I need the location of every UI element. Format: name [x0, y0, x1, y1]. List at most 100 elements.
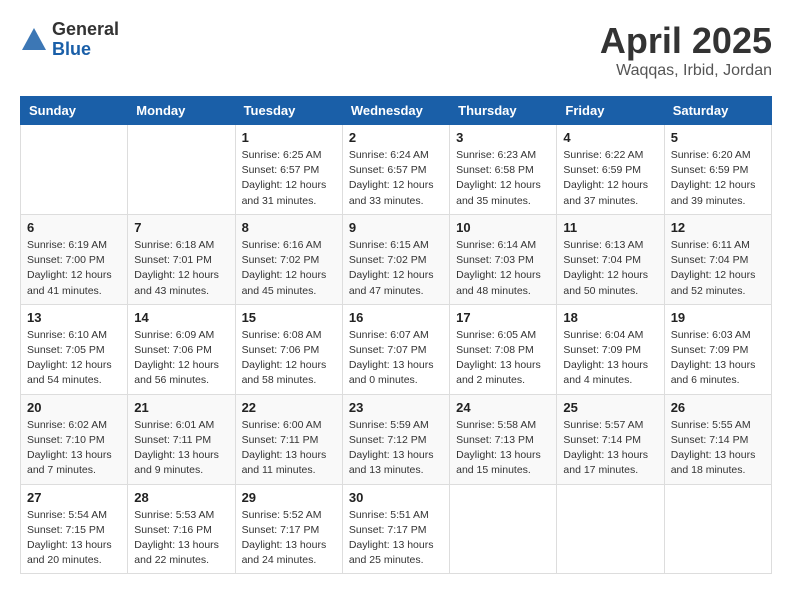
calendar-cell: 20 Sunrise: 6:02 AM Sunset: 7:10 PM Dayli… [21, 394, 128, 484]
day-info: Sunrise: 6:02 AM Sunset: 7:10 PM Dayligh… [27, 418, 121, 479]
day-info: Sunrise: 6:00 AM Sunset: 7:11 PM Dayligh… [242, 418, 336, 479]
day-info: Sunrise: 6:24 AM Sunset: 6:57 PM Dayligh… [349, 148, 443, 209]
week-row-5: 27Sunrise: 5:54 AM Sunset: 7:15 PM Dayli… [21, 484, 772, 574]
logo-general-text: General [52, 20, 119, 40]
day-info: Sunrise: 6:20 AM Sunset: 6:59 PM Dayligh… [671, 148, 765, 209]
day-number: 23 [349, 400, 443, 415]
day-info: Sunrise: 5:54 AM Sunset: 7:15 PM Dayligh… [27, 508, 121, 569]
calendar-cell: 17 Sunrise: 6:05 AM Sunset: 7:08 PM Dayli… [450, 304, 557, 394]
day-info: Sunrise: 6:16 AM Sunset: 7:02 PM Dayligh… [242, 238, 336, 299]
calendar-cell: 30Sunrise: 5:51 AM Sunset: 7:17 PM Dayli… [342, 484, 449, 574]
day-number: 30 [349, 490, 443, 505]
calendar-cell: 15 Sunrise: 6:08 AM Sunset: 7:06 PM Dayli… [235, 304, 342, 394]
logo-icon [20, 26, 48, 54]
day-info: Sunrise: 6:11 AM Sunset: 7:04 PM Dayligh… [671, 238, 765, 299]
weekday-header-tuesday: Tuesday [235, 97, 342, 125]
calendar-cell [450, 484, 557, 574]
calendar-cell: 11 Sunrise: 6:13 AM Sunset: 7:04 PM Dayli… [557, 214, 664, 304]
logo: General Blue [20, 20, 119, 60]
day-number: 25 [563, 400, 657, 415]
day-number: 12 [671, 220, 765, 235]
day-info: Sunrise: 6:09 AM Sunset: 7:06 PM Dayligh… [134, 328, 228, 389]
day-info: Sunrise: 5:57 AM Sunset: 7:14 PM Dayligh… [563, 418, 657, 479]
day-number: 20 [27, 400, 121, 415]
day-number: 16 [349, 310, 443, 325]
calendar-cell: 28 Sunrise: 5:53 AM Sunset: 7:16 PM Dayli… [128, 484, 235, 574]
day-number: 18 [563, 310, 657, 325]
day-number: 13 [27, 310, 121, 325]
day-number: 19 [671, 310, 765, 325]
calendar-cell: 9 Sunrise: 6:15 AM Sunset: 7:02 PM Daylig… [342, 214, 449, 304]
calendar-cell: 25 Sunrise: 5:57 AM Sunset: 7:14 PM Dayli… [557, 394, 664, 484]
day-number: 5 [671, 130, 765, 145]
title-section: April 2025 Waqqas, Irbid, Jordan [600, 20, 772, 80]
calendar-body: 1 Sunrise: 6:25 AM Sunset: 6:57 PM Daylig… [21, 125, 772, 574]
calendar-cell: 27Sunrise: 5:54 AM Sunset: 7:15 PM Dayli… [21, 484, 128, 574]
logo-text: General Blue [52, 20, 119, 60]
calendar-cell: 5 Sunrise: 6:20 AM Sunset: 6:59 PM Daylig… [664, 125, 771, 215]
day-info: Sunrise: 6:10 AM Sunset: 7:05 PM Dayligh… [27, 328, 121, 389]
calendar-header: SundayMondayTuesdayWednesdayThursdayFrid… [21, 97, 772, 125]
calendar-cell [21, 125, 128, 215]
day-number: 28 [134, 490, 228, 505]
weekday-header-saturday: Saturday [664, 97, 771, 125]
calendar-cell: 24Sunrise: 5:58 AM Sunset: 7:13 PM Dayli… [450, 394, 557, 484]
day-number: 14 [134, 310, 228, 325]
page-container: General Blue April 2025 Waqqas, Irbid, J… [20, 20, 772, 574]
day-info: Sunrise: 6:19 AM Sunset: 7:00 PM Dayligh… [27, 238, 121, 299]
header: General Blue April 2025 Waqqas, Irbid, J… [20, 20, 772, 80]
day-number: 8 [242, 220, 336, 235]
day-number: 17 [456, 310, 550, 325]
day-info: Sunrise: 6:04 AM Sunset: 7:09 PM Dayligh… [563, 328, 657, 389]
calendar-cell: 14 Sunrise: 6:09 AM Sunset: 7:06 PM Dayli… [128, 304, 235, 394]
day-info: Sunrise: 6:03 AM Sunset: 7:09 PM Dayligh… [671, 328, 765, 389]
day-info: Sunrise: 6:22 AM Sunset: 6:59 PM Dayligh… [563, 148, 657, 209]
day-info: Sunrise: 6:25 AM Sunset: 6:57 PM Dayligh… [242, 148, 336, 209]
day-info: Sunrise: 6:23 AM Sunset: 6:58 PM Dayligh… [456, 148, 550, 209]
day-info: Sunrise: 5:59 AM Sunset: 7:12 PM Dayligh… [349, 418, 443, 479]
day-info: Sunrise: 6:05 AM Sunset: 7:08 PM Dayligh… [456, 328, 550, 389]
calendar-cell [557, 484, 664, 574]
week-row-4: 20 Sunrise: 6:02 AM Sunset: 7:10 PM Dayli… [21, 394, 772, 484]
day-info: Sunrise: 6:14 AM Sunset: 7:03 PM Dayligh… [456, 238, 550, 299]
calendar-cell: 19 Sunrise: 6:03 AM Sunset: 7:09 PM Dayli… [664, 304, 771, 394]
weekday-header-monday: Monday [128, 97, 235, 125]
calendar-cell: 21Sunrise: 6:01 AM Sunset: 7:11 PM Dayli… [128, 394, 235, 484]
calendar-title: April 2025 [600, 20, 772, 62]
day-info: Sunrise: 6:18 AM Sunset: 7:01 PM Dayligh… [134, 238, 228, 299]
day-number: 22 [242, 400, 336, 415]
day-info: Sunrise: 6:08 AM Sunset: 7:06 PM Dayligh… [242, 328, 336, 389]
calendar-cell: 1 Sunrise: 6:25 AM Sunset: 6:57 PM Daylig… [235, 125, 342, 215]
calendar-cell: 3Sunrise: 6:23 AM Sunset: 6:58 PM Daylig… [450, 125, 557, 215]
day-info: Sunrise: 6:13 AM Sunset: 7:04 PM Dayligh… [563, 238, 657, 299]
day-number: 10 [456, 220, 550, 235]
calendar-cell: 22 Sunrise: 6:00 AM Sunset: 7:11 PM Dayli… [235, 394, 342, 484]
day-number: 1 [242, 130, 336, 145]
calendar-subtitle: Waqqas, Irbid, Jordan [600, 62, 772, 80]
calendar-cell: 29Sunrise: 5:52 AM Sunset: 7:17 PM Dayli… [235, 484, 342, 574]
day-number: 9 [349, 220, 443, 235]
day-info: Sunrise: 6:07 AM Sunset: 7:07 PM Dayligh… [349, 328, 443, 389]
day-info: Sunrise: 5:58 AM Sunset: 7:13 PM Dayligh… [456, 418, 550, 479]
calendar-table: SundayMondayTuesdayWednesdayThursdayFrid… [20, 96, 772, 574]
calendar-cell: 7 Sunrise: 6:18 AM Sunset: 7:01 PM Daylig… [128, 214, 235, 304]
week-row-3: 13 Sunrise: 6:10 AM Sunset: 7:05 PM Dayli… [21, 304, 772, 394]
calendar-cell: 10 Sunrise: 6:14 AM Sunset: 7:03 PM Dayli… [450, 214, 557, 304]
calendar-cell: 4Sunrise: 6:22 AM Sunset: 6:59 PM Daylig… [557, 125, 664, 215]
calendar-cell: 8 Sunrise: 6:16 AM Sunset: 7:02 PM Daylig… [235, 214, 342, 304]
calendar-cell: 13 Sunrise: 6:10 AM Sunset: 7:05 PM Dayli… [21, 304, 128, 394]
day-info: Sunrise: 5:53 AM Sunset: 7:16 PM Dayligh… [134, 508, 228, 569]
day-number: 7 [134, 220, 228, 235]
day-info: Sunrise: 6:15 AM Sunset: 7:02 PM Dayligh… [349, 238, 443, 299]
weekday-header-row: SundayMondayTuesdayWednesdayThursdayFrid… [21, 97, 772, 125]
week-row-1: 1 Sunrise: 6:25 AM Sunset: 6:57 PM Daylig… [21, 125, 772, 215]
day-number: 11 [563, 220, 657, 235]
week-row-2: 6Sunrise: 6:19 AM Sunset: 7:00 PM Daylig… [21, 214, 772, 304]
day-number: 26 [671, 400, 765, 415]
calendar-cell: 23 Sunrise: 5:59 AM Sunset: 7:12 PM Dayli… [342, 394, 449, 484]
weekday-header-thursday: Thursday [450, 97, 557, 125]
calendar-cell [128, 125, 235, 215]
calendar-cell: 12 Sunrise: 6:11 AM Sunset: 7:04 PM Dayli… [664, 214, 771, 304]
day-number: 15 [242, 310, 336, 325]
calendar-cell [664, 484, 771, 574]
